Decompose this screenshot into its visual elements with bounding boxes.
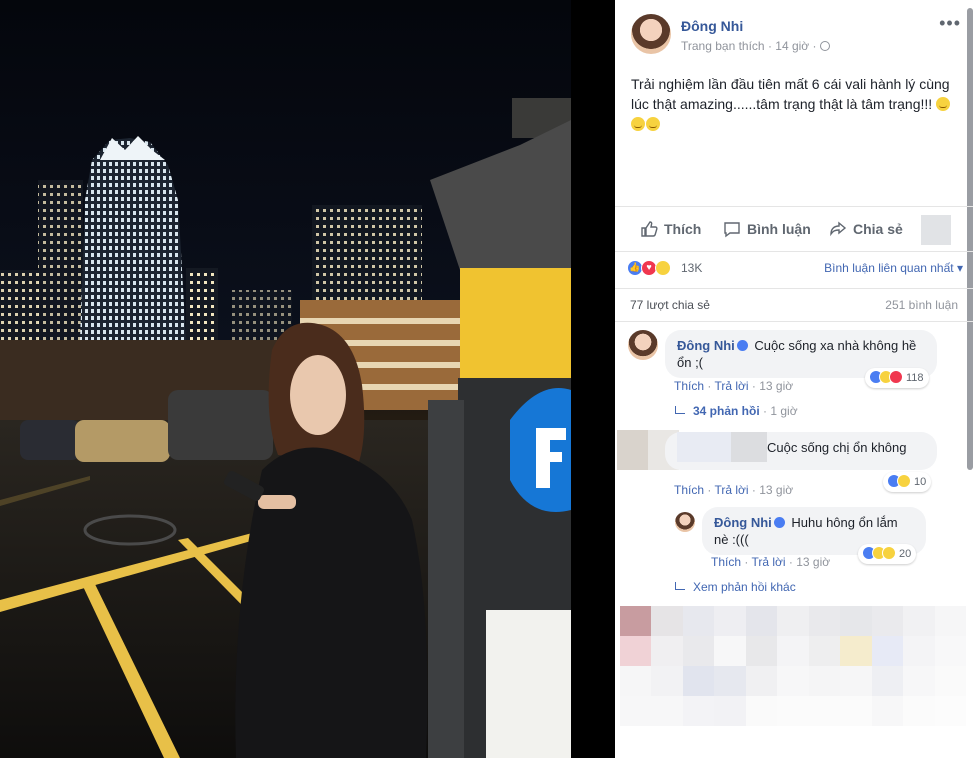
comment-like-link[interactable]: Thích: [674, 379, 704, 393]
reply-time[interactable]: 13 giờ: [796, 555, 830, 569]
reply-reactions[interactable]: 20: [858, 544, 917, 564]
view-replies-link[interactable]: 34 phản hồi · 1 giờ: [675, 404, 798, 418]
thumbs-up-icon: [641, 221, 658, 237]
reply-arrow-icon: [675, 582, 685, 590]
more-replies-label: Xem phản hồi khác: [693, 580, 796, 594]
comment-sort-label: Bình luận liên quan nhất: [824, 261, 954, 275]
post-text: Trải nghiệm lần đầu tiên mất 6 cái vali …: [631, 76, 950, 112]
wow-icon: [655, 260, 671, 276]
haha-icon: [882, 546, 896, 560]
comment-label: Bình luận: [747, 221, 811, 237]
replier-name[interactable]: Đông Nhi: [714, 515, 772, 530]
verified-badge-icon: [736, 340, 748, 351]
post-actions-bar: Thích Bình luận Chia sẻ: [615, 206, 973, 252]
reaction-count[interactable]: 13K: [681, 261, 702, 275]
comment-reactions[interactable]: 118: [865, 368, 929, 388]
reply-meta: Thích · Trả lời · 13 giờ: [711, 555, 831, 569]
haha-icon: [897, 474, 911, 488]
more-replies-link[interactable]: Xem phản hồi khác: [675, 580, 796, 594]
reactions-summary[interactable]: 👍 ♥ 13K Bình luận liên quan nhất ▾: [627, 258, 967, 280]
post-header: Đông Nhi Trang bạn thích · 14 giờ · •••: [631, 14, 961, 58]
comment-meta: Thích · Trả lời · 13 giờ: [674, 483, 794, 497]
comment-meta: Thích · Trả lời · 13 giờ: [674, 379, 794, 393]
post-body: Trải nghiệm lần đầu tiên mất 6 cái vali …: [631, 74, 961, 134]
relieved-emoji-icon: [936, 97, 951, 111]
post-meta-text: Trang bạn thích · 14 giờ ·: [681, 39, 817, 53]
comment-sort-dropdown[interactable]: Bình luận liên quan nhất ▾: [824, 261, 963, 275]
comment-reply-link[interactable]: Trả lời: [714, 483, 748, 497]
replies-count: 34 phản hồi: [693, 404, 760, 418]
blurred-name: [677, 432, 767, 462]
photo-scene: [0, 0, 571, 758]
like-label: Thích: [664, 221, 702, 237]
comment-button[interactable]: Bình luận: [723, 220, 811, 238]
verified-badge-icon: [773, 517, 785, 528]
post-photo[interactable]: [0, 0, 571, 758]
share-as-thumbnail[interactable]: [921, 215, 951, 245]
love-icon: [889, 370, 903, 384]
like-button[interactable]: Thích: [640, 220, 701, 238]
author-name[interactable]: Đông Nhi: [681, 18, 743, 34]
caret-down-icon: ▾: [956, 261, 963, 275]
replies-time: · 1 giờ: [763, 404, 798, 418]
share-arrow-icon: [830, 221, 847, 237]
relieved-emoji-icon: [646, 117, 660, 131]
post-stats: 77 lượt chia sẻ 251 bình luận: [615, 288, 973, 322]
reply-avatar[interactable]: [675, 512, 695, 532]
commenter-avatar[interactable]: [628, 330, 658, 360]
more-options-button[interactable]: •••: [939, 14, 961, 32]
commenter-name[interactable]: Đông Nhi: [677, 338, 735, 353]
photo-viewer-gap: [571, 0, 615, 758]
reply-reaction-count: 20: [899, 548, 912, 560]
share-label: Chia sẻ: [853, 221, 903, 237]
comment-reply-link[interactable]: Trả lời: [714, 379, 748, 393]
comment-reactions[interactable]: 10: [883, 472, 932, 492]
post-panel: Đông Nhi Trang bạn thích · 14 giờ · ••• …: [615, 0, 973, 758]
share-button[interactable]: Chia sẻ: [829, 220, 903, 238]
globe-icon: [819, 41, 830, 51]
reply-reply-link[interactable]: Trả lời: [751, 555, 785, 569]
relieved-emoji-icon: [631, 117, 645, 131]
reply-like-link[interactable]: Thích: [711, 555, 741, 569]
comment-count[interactable]: 251 bình luận: [885, 298, 958, 312]
comment-like-link[interactable]: Thích: [674, 483, 704, 497]
comment-icon: [724, 222, 740, 238]
reply-arrow-icon: [675, 406, 685, 414]
share-count[interactable]: 77 lượt chia sẻ: [630, 298, 710, 312]
comment-time[interactable]: 13 giờ: [759, 379, 793, 393]
comment-reaction-count: 118: [906, 372, 924, 384]
comment-time[interactable]: 13 giờ: [759, 483, 793, 497]
comment-text: Cuộc sống chị ổn không: [767, 440, 907, 455]
author-avatar[interactable]: [631, 14, 671, 54]
post-subtitle: Trang bạn thích · 14 giờ ·: [681, 39, 830, 53]
redacted-comments-area: [620, 606, 966, 726]
comment-reaction-count: 10: [914, 476, 927, 488]
